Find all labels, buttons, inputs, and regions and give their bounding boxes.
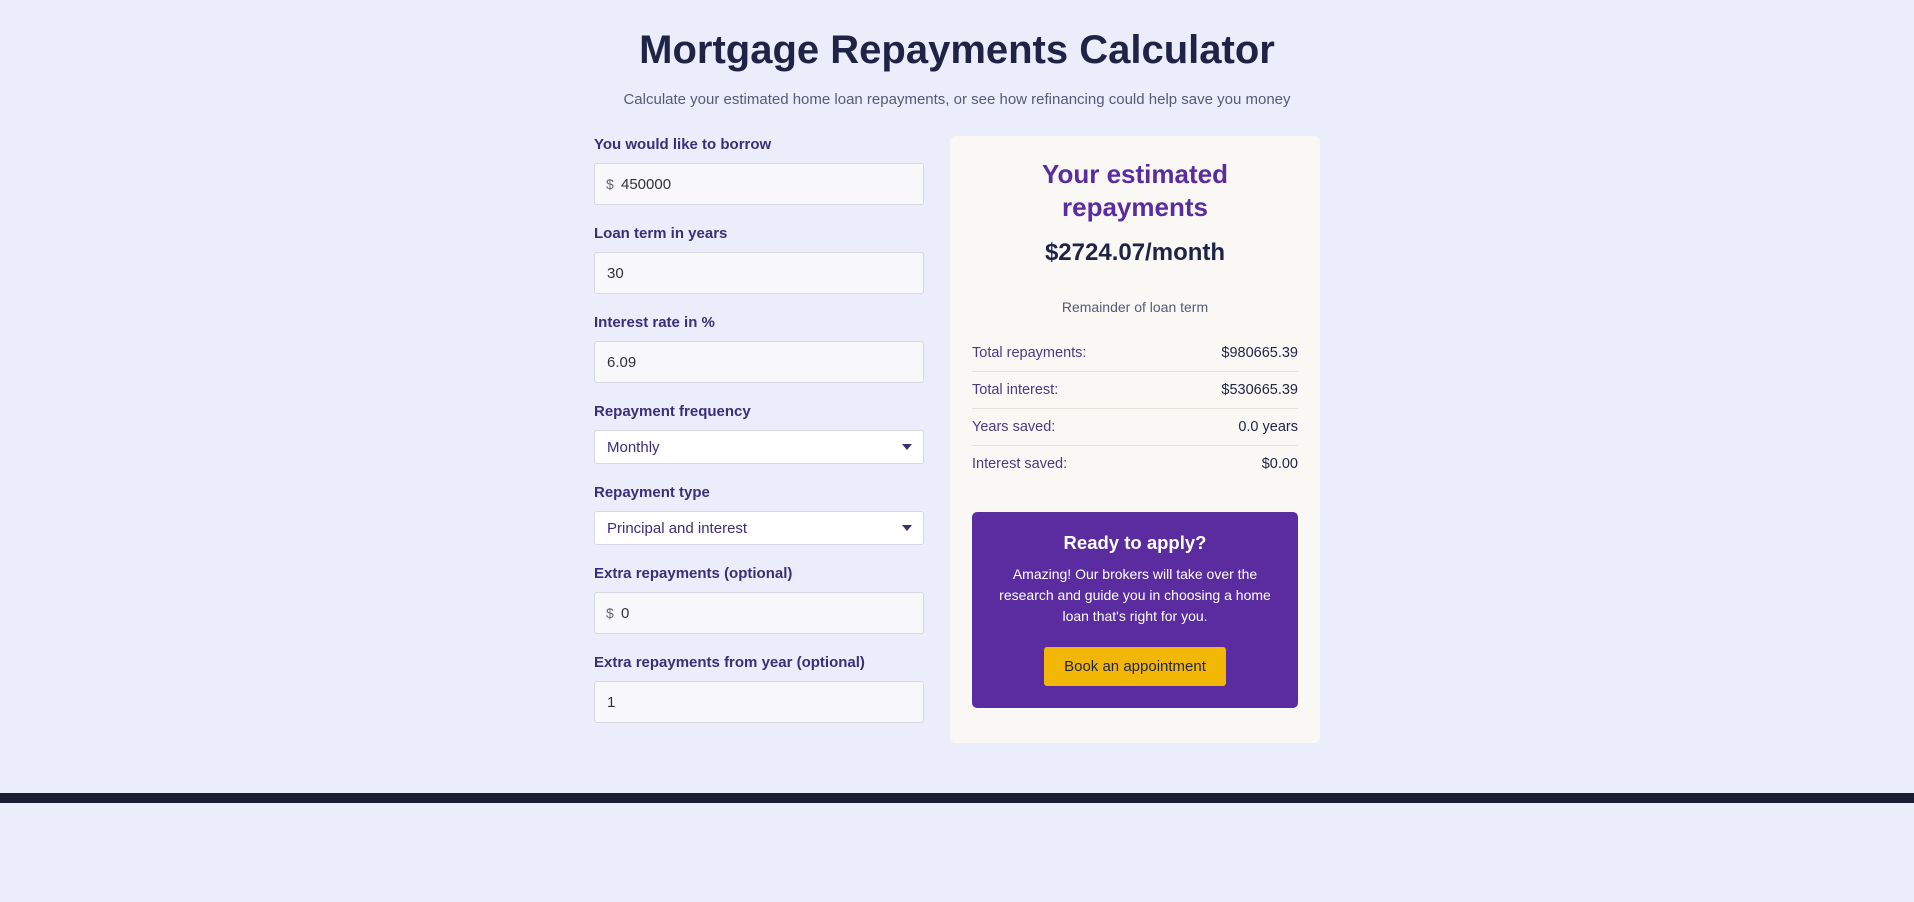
term-label: Loan term in years <box>594 225 924 242</box>
results-rows: Total repayments: $980665.39 Total inter… <box>972 335 1298 482</box>
book-appointment-button[interactable]: Book an appointment <box>1044 647 1226 686</box>
row-total-interest: Total interest: $530665.39 <box>972 372 1298 409</box>
borrow-label: You would like to borrow <box>594 136 924 153</box>
interest-saved-value: $0.00 <box>1262 456 1298 472</box>
form-column: You would like to borrow $ Loan term in … <box>594 136 924 743</box>
cta-panel: Ready to apply? Amazing! Our brokers wil… <box>972 512 1298 708</box>
years-saved-label: Years saved: <box>972 419 1055 435</box>
cta-text: Amazing! Our brokers will take over the … <box>988 564 1282 627</box>
footer-band <box>0 793 1914 803</box>
results-amount: $2724.07/month <box>972 239 1298 267</box>
extra-from-input[interactable] <box>594 681 924 723</box>
rate-input[interactable] <box>594 341 924 383</box>
rate-label: Interest rate in % <box>594 314 924 331</box>
results-panel: Your estimated repayments $2724.07/month… <box>950 136 1320 743</box>
total-repayments-value: $980665.39 <box>1221 345 1298 361</box>
term-input-wrap <box>594 252 924 294</box>
borrow-input[interactable] <box>594 163 924 205</box>
borrow-input-wrap: $ <box>594 163 924 205</box>
page-content: Mortgage Repayments Calculator Calculate… <box>357 0 1557 783</box>
main-columns: You would like to borrow $ Loan term in … <box>397 136 1517 743</box>
page-title: Mortgage Repayments Calculator <box>397 28 1517 73</box>
row-years-saved: Years saved: 0.0 years <box>972 409 1298 446</box>
type-select-wrap: Principal and interest <box>594 511 924 545</box>
frequency-value: Monthly <box>607 439 660 456</box>
results-title: Your estimated repayments <box>972 158 1298 223</box>
extra-label: Extra repayments (optional) <box>594 565 924 582</box>
row-interest-saved: Interest saved: $0.00 <box>972 446 1298 482</box>
extra-input[interactable] <box>594 592 924 634</box>
frequency-select[interactable]: Monthly <box>594 430 924 464</box>
results-note: Remainder of loan term <box>972 299 1298 315</box>
term-input[interactable] <box>594 252 924 294</box>
page-subtitle: Calculate your estimated home loan repay… <box>397 91 1517 108</box>
type-label: Repayment type <box>594 484 924 501</box>
years-saved-value: 0.0 years <box>1238 419 1298 435</box>
row-total-repayments: Total repayments: $980665.39 <box>972 335 1298 372</box>
chevron-down-icon <box>902 525 912 531</box>
cta-title: Ready to apply? <box>988 532 1282 554</box>
total-repayments-label: Total repayments: <box>972 345 1086 361</box>
type-value: Principal and interest <box>607 520 747 537</box>
type-select[interactable]: Principal and interest <box>594 511 924 545</box>
total-interest-label: Total interest: <box>972 382 1058 398</box>
rate-input-wrap <box>594 341 924 383</box>
frequency-select-wrap: Monthly <box>594 430 924 464</box>
extra-from-label: Extra repayments from year (optional) <box>594 654 924 671</box>
extra-from-input-wrap <box>594 681 924 723</box>
frequency-label: Repayment frequency <box>594 403 924 420</box>
total-interest-value: $530665.39 <box>1221 382 1298 398</box>
chevron-down-icon <box>902 444 912 450</box>
dollar-icon: $ <box>606 605 614 621</box>
dollar-icon: $ <box>606 176 614 192</box>
interest-saved-label: Interest saved: <box>972 456 1067 472</box>
extra-input-wrap: $ <box>594 592 924 634</box>
